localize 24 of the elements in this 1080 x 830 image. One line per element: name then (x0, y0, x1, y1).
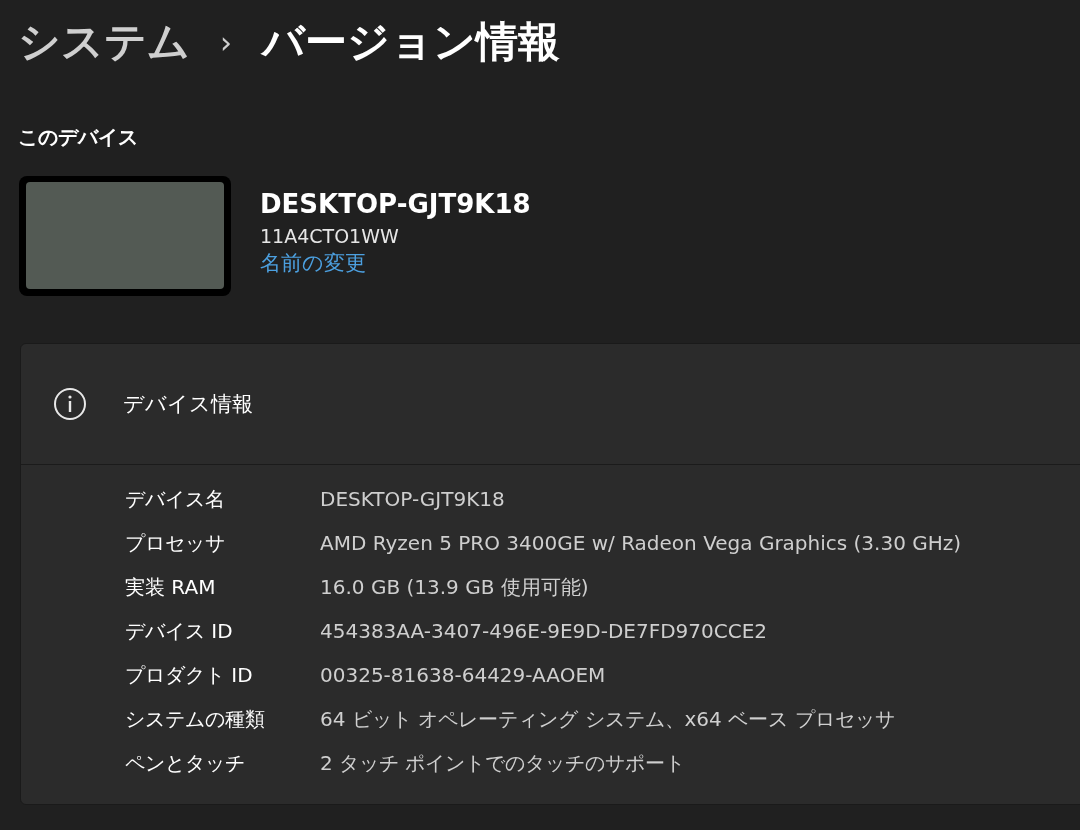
spec-value: 16.0 GB (13.9 GB 使用可能) (320, 574, 589, 601)
spec-value: 454383AA-3407-496E-9E9D-DE7FD970CCE2 (320, 618, 768, 645)
spec-label: システムの種類 (125, 706, 265, 733)
rename-link[interactable]: 名前の変更 (260, 249, 366, 277)
page-title: バージョン情報 (262, 16, 560, 68)
spec-value: AMD Ryzen 5 PRO 3400GE w/ Radeon Vega Graphics (3.30 GHz) (320, 530, 962, 557)
device-model: 11A4CTO1WW (260, 225, 399, 247)
spec-label: 実装 RAM (125, 574, 216, 601)
spec-value: 2 タッチ ポイントでのタッチのサポート (320, 750, 686, 777)
spec-value: 64 ビット オペレーティング システム、x64 ベース プロセッサ (320, 706, 895, 733)
card-title: デバイス情報 (123, 391, 253, 418)
spec-value: 00325-81638-64429-AAOEM (320, 662, 606, 689)
spec-label: ペンとタッチ (125, 750, 245, 777)
device-name: DESKTOP-GJT9K18 (260, 189, 531, 219)
device-screen-icon (18, 175, 232, 297)
info-icon (53, 387, 87, 421)
spec-label: デバイス ID (125, 618, 233, 645)
breadcrumb-separator: › (220, 24, 232, 60)
spec-value: DESKTOP-GJT9K18 (320, 486, 505, 513)
breadcrumb-parent[interactable]: システム (18, 14, 190, 70)
section-heading: このデバイス (18, 124, 138, 151)
spec-label: プロダクト ID (125, 662, 253, 689)
spec-label: デバイス名 (125, 486, 225, 513)
spec-label: プロセッサ (125, 530, 225, 557)
